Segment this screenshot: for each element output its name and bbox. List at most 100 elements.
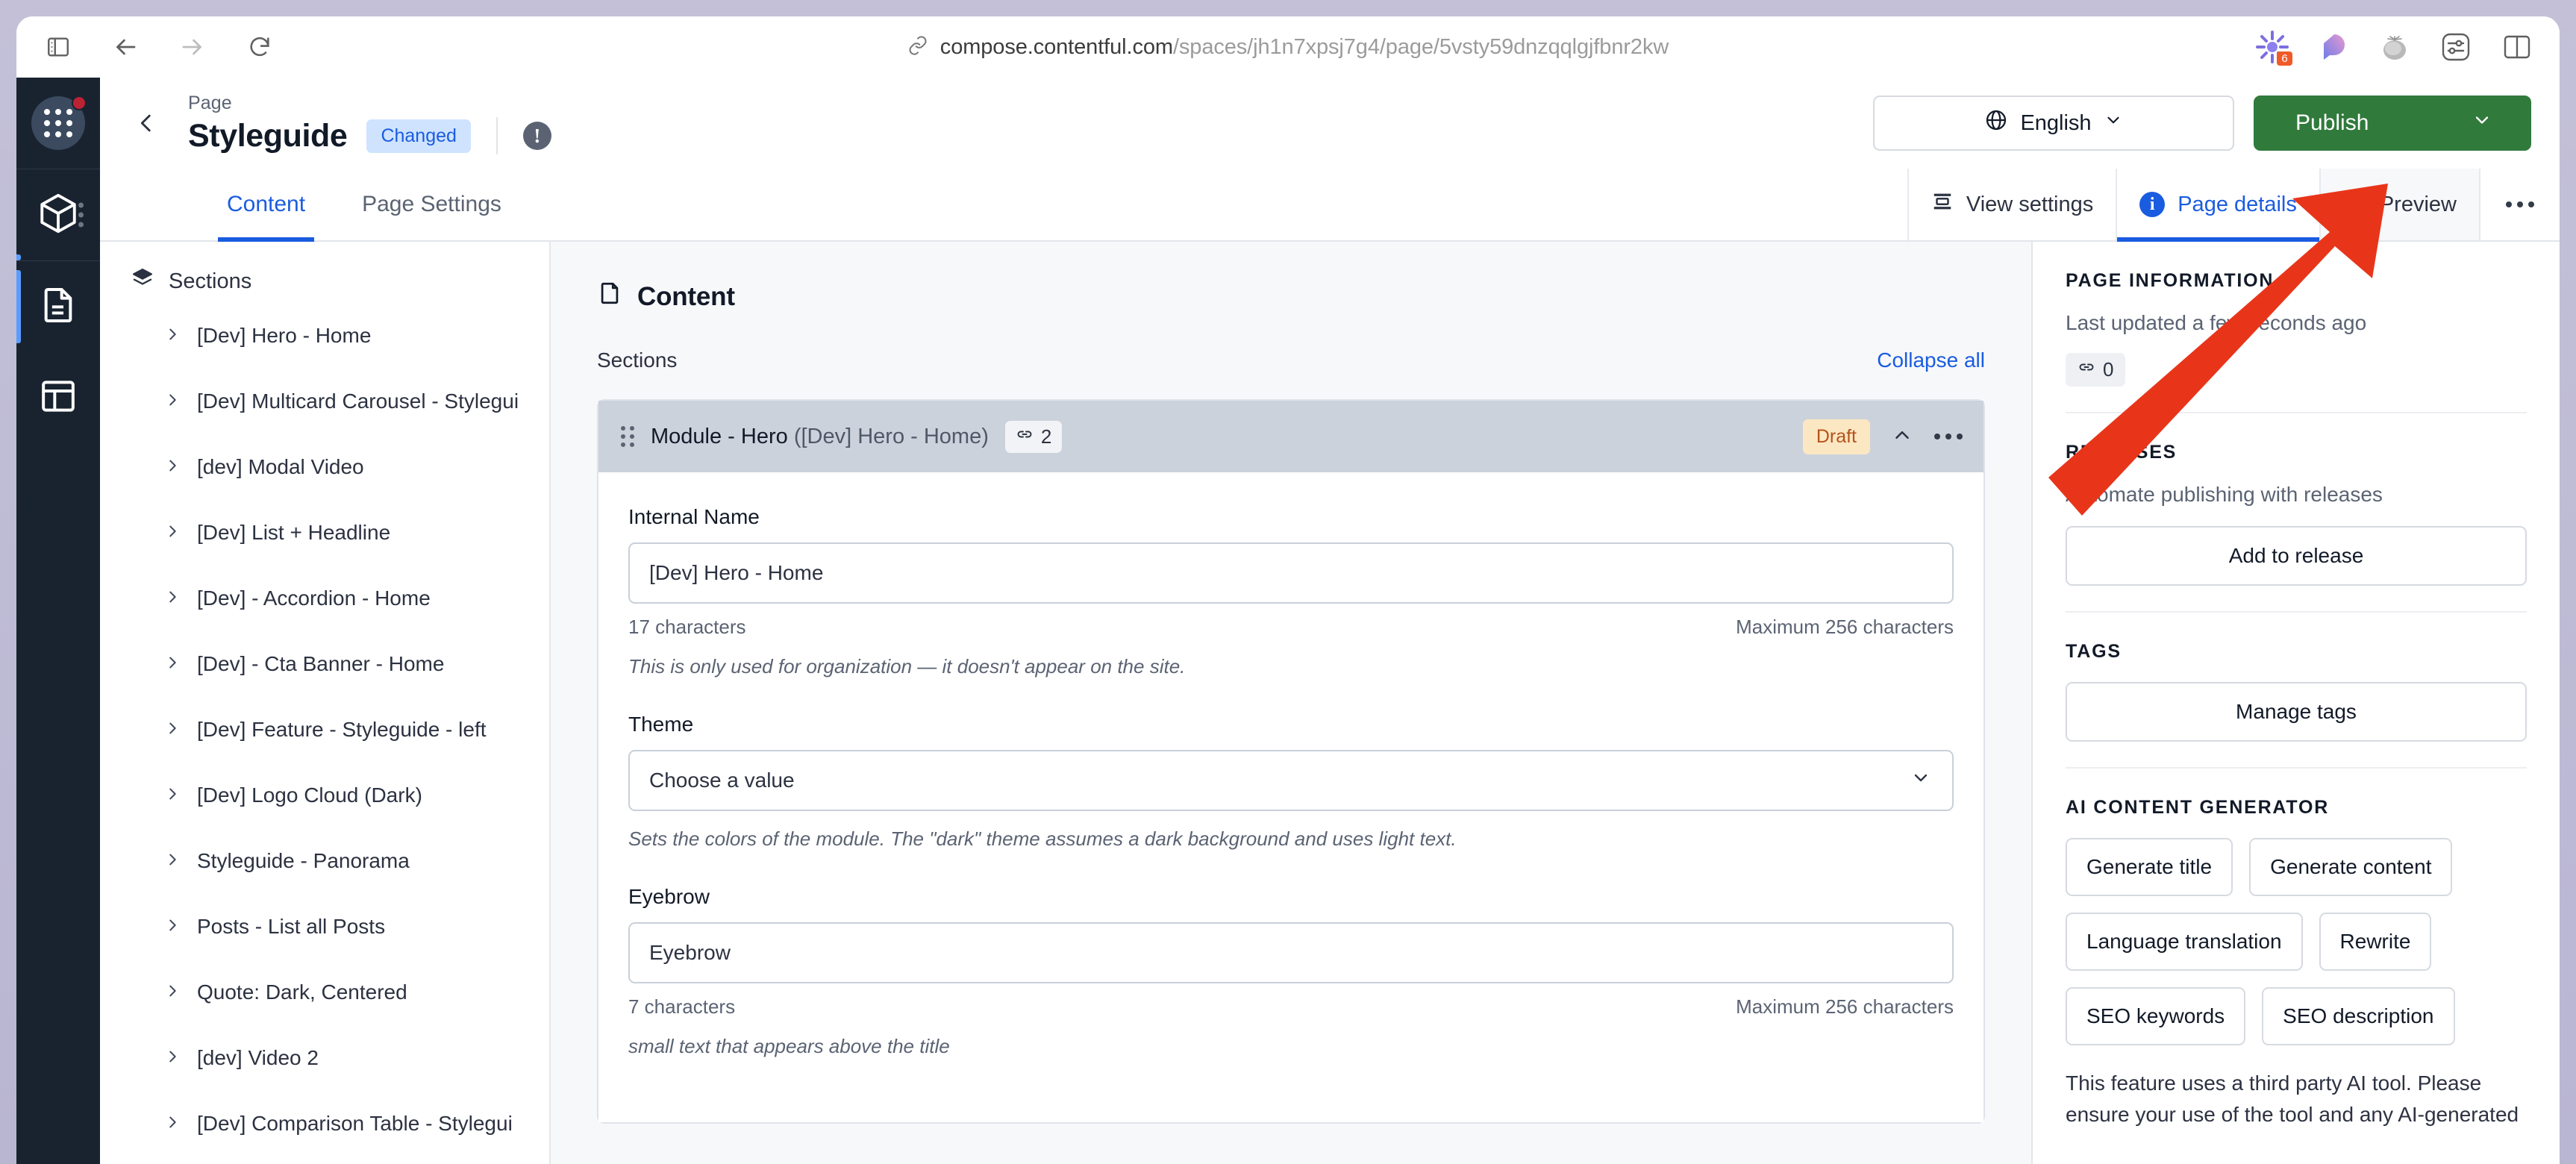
chevron-right-icon[interactable] bbox=[164, 783, 181, 807]
field-eyebrow: Eyebrow Eyebrow 7 characters Maximum 256… bbox=[628, 885, 1954, 1058]
sidebar-item-pages[interactable] bbox=[16, 352, 100, 443]
list-item-label: Styleguide - Panorama bbox=[197, 849, 410, 872]
chevron-right-icon[interactable] bbox=[164, 915, 181, 939]
list-item-label: [Dev] Feature - Styleguide - left bbox=[197, 718, 487, 741]
extension-tomato-icon[interactable] bbox=[2378, 30, 2412, 64]
eyebrow-input[interactable]: Eyebrow bbox=[628, 922, 1954, 983]
warning-icon[interactable]: ! bbox=[522, 122, 551, 150]
sidebar-item-content-entries[interactable] bbox=[16, 261, 100, 352]
list-item-label: [Dev] Multicard Carousel - Stylegui bbox=[197, 389, 519, 413]
more-horizontal-icon bbox=[2506, 201, 2534, 207]
chevron-right-icon[interactable] bbox=[164, 521, 181, 545]
address-bar[interactable]: compose.contentful.com/spaces/jh1n7xpsj7… bbox=[16, 35, 2560, 60]
chevron-right-icon[interactable] bbox=[164, 980, 181, 1004]
chevron-right-icon[interactable] bbox=[164, 1046, 181, 1070]
list-item[interactable]: Posts - List all Posts bbox=[100, 894, 549, 960]
generate-title-button[interactable]: Generate title bbox=[2066, 838, 2233, 896]
chevron-right-icon[interactable] bbox=[164, 849, 181, 873]
last-updated-text: Last updated a few seconds ago bbox=[2066, 311, 2367, 334]
split-panel-icon[interactable] bbox=[2500, 30, 2534, 64]
extension-p-icon[interactable] bbox=[2316, 30, 2351, 64]
tab-page-settings[interactable]: Page Settings bbox=[334, 169, 530, 240]
seo-keywords-button[interactable]: SEO keywords bbox=[2066, 987, 2246, 1045]
back-chevron-icon[interactable] bbox=[125, 102, 167, 144]
releases-label: RELEASES bbox=[2066, 442, 2178, 463]
app-viewport: Page Styleguide Changed ! English Publis… bbox=[16, 78, 2560, 1164]
internal-name-input[interactable]: [Dev] Hero - Home bbox=[628, 542, 1954, 604]
field-label: Internal Name bbox=[628, 505, 760, 528]
module-status-badge: Draft bbox=[1802, 419, 1870, 454]
chevron-right-icon[interactable] bbox=[164, 586, 181, 610]
chevron-right-icon[interactable] bbox=[164, 718, 181, 742]
sidebar-item-content-model[interactable] bbox=[16, 169, 100, 260]
browser-toolbar: compose.contentful.com/spaces/jh1n7xpsj7… bbox=[16, 16, 2560, 78]
theme-select[interactable]: Choose a value bbox=[628, 750, 1954, 811]
list-item[interactable]: [Dev] List + Headline bbox=[100, 500, 549, 566]
tab-content[interactable]: Content bbox=[198, 169, 334, 242]
link-icon bbox=[1016, 425, 1034, 448]
publish-button[interactable]: Publish bbox=[2254, 96, 2531, 151]
sections-label: Sections bbox=[597, 348, 678, 372]
chevron-right-icon[interactable] bbox=[164, 389, 181, 413]
extension-badge-count: 6 bbox=[2277, 51, 2292, 66]
generate-content-button[interactable]: Generate content bbox=[2249, 838, 2453, 896]
preview-button[interactable]: Preview bbox=[2319, 169, 2479, 240]
page-body: Sections [Dev] Hero - Home [Dev] Multica… bbox=[100, 242, 2560, 1164]
page-details-button[interactable]: i Page details bbox=[2116, 169, 2319, 242]
field-help-text: This is only used for organization — it … bbox=[628, 655, 1186, 678]
seo-description-button[interactable]: SEO description bbox=[2262, 987, 2455, 1045]
list-item[interactable]: [Dev] Multicard Carousel - Stylegui bbox=[100, 369, 549, 434]
module-header-actions: Draft bbox=[1802, 419, 1963, 454]
chevron-right-icon[interactable] bbox=[164, 1112, 181, 1136]
publish-chevron-down-icon[interactable] bbox=[2472, 110, 2492, 137]
back-icon[interactable] bbox=[109, 31, 142, 63]
field-meta: 7 characters Maximum 256 characters bbox=[628, 995, 1954, 1018]
language-translation-button[interactable]: Language translation bbox=[2066, 913, 2303, 971]
sidebar-toggle-icon[interactable] bbox=[42, 31, 75, 63]
page-link-count[interactable]: 0 bbox=[2066, 353, 2126, 387]
extension-settings-icon[interactable] bbox=[2439, 30, 2473, 64]
url-text: compose.contentful.com/spaces/jh1n7xpsj7… bbox=[940, 34, 1669, 59]
module-link-count[interactable]: 2 bbox=[1004, 420, 1063, 453]
cube-icon bbox=[37, 192, 80, 239]
add-to-release-button[interactable]: Add to release bbox=[2066, 526, 2527, 586]
field-label: Eyebrow bbox=[628, 885, 710, 908]
chevron-up-icon[interactable] bbox=[1891, 424, 1913, 450]
field-theme: Theme Choose a value Sets the colors of … bbox=[628, 713, 1954, 851]
page-information-label: PAGE INFORMATION bbox=[2066, 270, 2275, 291]
view-settings-button[interactable]: View settings bbox=[1907, 169, 2116, 240]
list-item[interactable]: Quote: Dark, Centered bbox=[100, 960, 549, 1025]
module-more-icon[interactable] bbox=[1934, 434, 1963, 439]
chevron-right-icon[interactable] bbox=[164, 652, 181, 676]
more-options-button[interactable] bbox=[2479, 169, 2560, 240]
list-item[interactable]: [Dev] Feature - Styleguide - left bbox=[100, 697, 549, 763]
module-fields: Internal Name [Dev] Hero - Home 17 chara… bbox=[598, 472, 1983, 1122]
collapse-all-link[interactable]: Collapse all bbox=[1877, 348, 1985, 372]
rail-kebab-icon[interactable] bbox=[78, 202, 84, 228]
list-item[interactable]: [Dev] Logo Cloud (Dark) bbox=[100, 763, 549, 828]
rewrite-button[interactable]: Rewrite bbox=[2319, 913, 2432, 971]
list-item[interactable]: [Dev] - Cta Banner - Home bbox=[100, 631, 549, 697]
tags-label: TAGS bbox=[2066, 641, 2122, 662]
releases-description: Automate publishing with releases bbox=[2066, 483, 2383, 506]
language-selector[interactable]: English bbox=[1873, 96, 2234, 151]
list-item[interactable]: [Dev] Comparison Table - Stylegui bbox=[100, 1091, 549, 1157]
list-item[interactable]: Styleguide - Panorama bbox=[100, 828, 549, 894]
module-header[interactable]: Module - Hero ([Dev] Hero - Home) 2 Draf… bbox=[598, 401, 1983, 472]
drag-handle-icon[interactable] bbox=[621, 426, 634, 447]
list-item[interactable]: [dev] Video 2 bbox=[100, 1025, 549, 1091]
ai-disclaimer: This feature uses a third party AI tool.… bbox=[2066, 1071, 2519, 1126]
sidebar-item-apps-launcher[interactable] bbox=[16, 78, 100, 169]
list-item[interactable]: [dev] Modal Video bbox=[100, 434, 549, 500]
toolbar-left-icons bbox=[16, 31, 276, 63]
reload-icon[interactable] bbox=[243, 31, 276, 63]
list-item[interactable]: [Dev] - Accordion - Home bbox=[100, 566, 549, 631]
chevron-right-icon[interactable] bbox=[164, 324, 181, 348]
chevron-right-icon[interactable] bbox=[164, 455, 181, 479]
manage-tags-button[interactable]: Manage tags bbox=[2066, 682, 2527, 742]
list-item[interactable]: [Dev] Hero - Home bbox=[100, 303, 549, 369]
list-item-label: Posts - List all Posts bbox=[197, 915, 386, 938]
extension-burst-icon[interactable]: 6 bbox=[2255, 30, 2292, 66]
tab-bar: Content Page Settings View settings i Pa… bbox=[100, 169, 2560, 242]
eyebrow-value: Eyebrow bbox=[649, 941, 731, 964]
